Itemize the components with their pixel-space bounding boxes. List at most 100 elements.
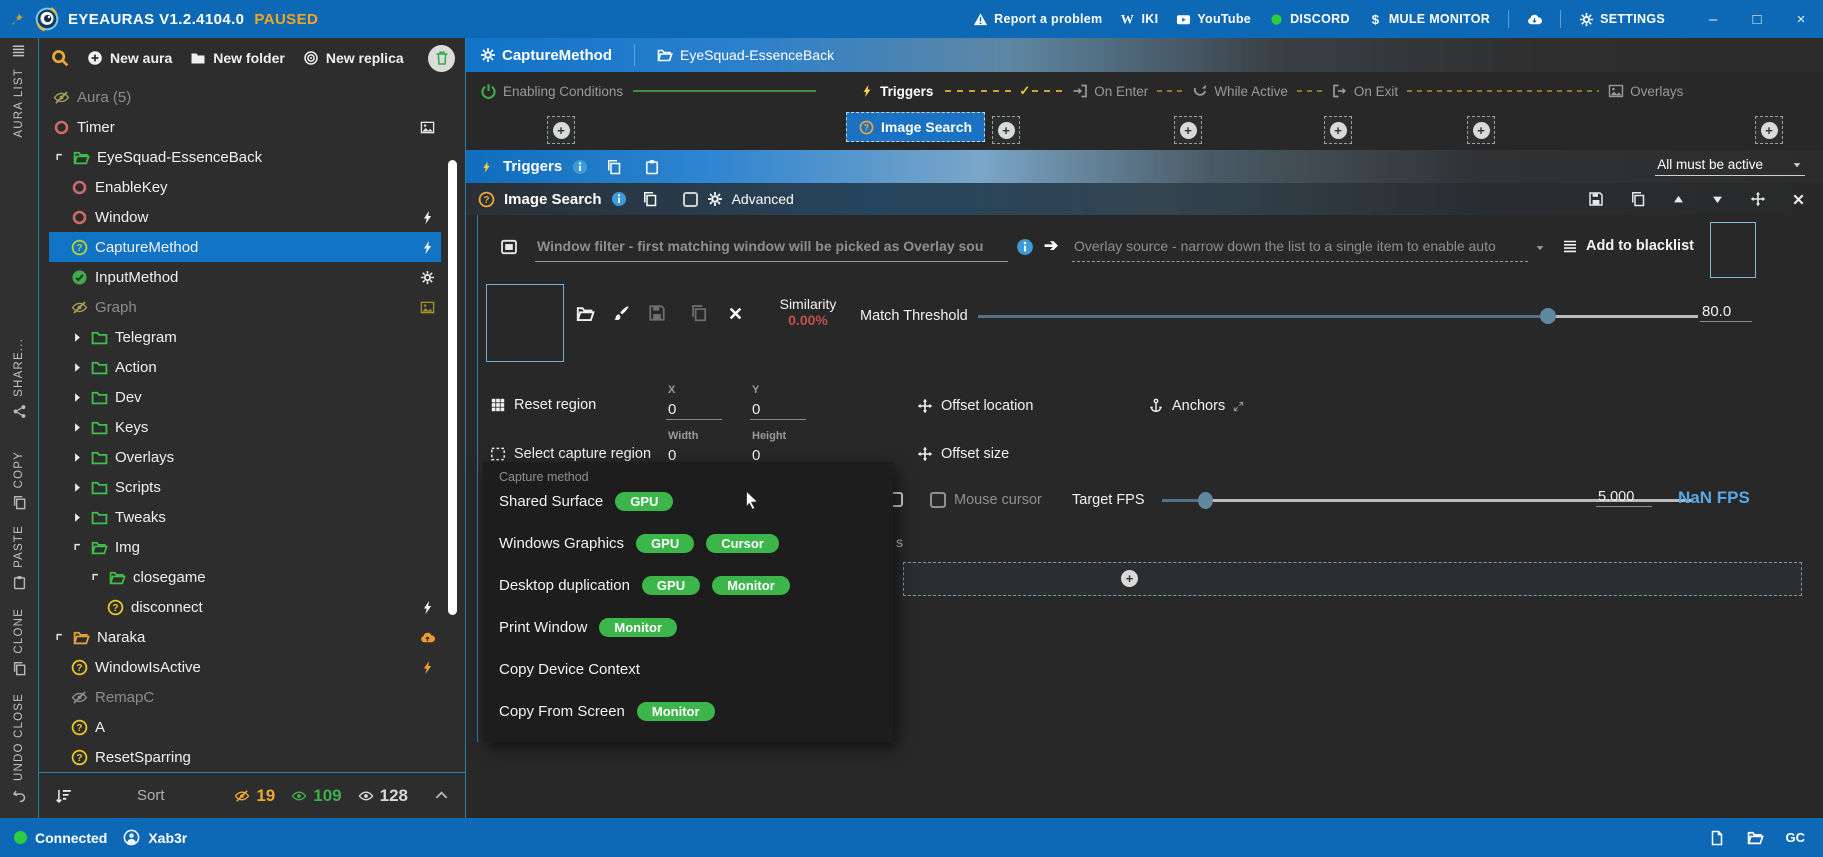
expand-arrow-icon[interactable] — [71, 421, 84, 434]
image-preview-box[interactable] — [486, 284, 564, 362]
edit-image-icon[interactable] — [612, 304, 630, 322]
gc-button[interactable]: GC — [1786, 830, 1806, 845]
on-exit-stage[interactable]: On Exit — [1332, 83, 1398, 99]
capture-method-option-print-window[interactable]: Print WindowMonitor — [499, 614, 893, 640]
while-active-stage[interactable]: While Active — [1192, 83, 1288, 99]
tree-item-tweaks[interactable]: Tweaks — [49, 502, 441, 532]
triggers-stage[interactable]: Triggers — [860, 83, 933, 99]
expand-arrow-icon[interactable] — [71, 361, 84, 374]
rail-item-copy[interactable]: COPY — [0, 451, 38, 510]
tab-folder[interactable]: EyeSquad-EssenceBack — [657, 47, 834, 63]
save-icon[interactable] — [1588, 191, 1604, 207]
titlebar-item-settings[interactable]: SETTINGS — [1579, 12, 1665, 27]
anchors-button[interactable]: Anchors — [1148, 398, 1244, 414]
open-image-icon[interactable] — [576, 304, 595, 323]
close-icon[interactable] — [1792, 193, 1805, 206]
pin-icon[interactable] — [10, 12, 24, 26]
move-down-icon[interactable] — [1711, 193, 1724, 206]
tree-item-timer[interactable]: Timer — [49, 112, 441, 142]
save-image-icon[interactable] — [648, 304, 666, 322]
rail-item-clone[interactable]: CLONE — [0, 608, 38, 676]
tree-item-closegame[interactable]: closegame — [49, 562, 441, 592]
log-file-icon[interactable] — [1709, 830, 1725, 846]
tab-capturemethod[interactable]: CaptureMethod — [480, 47, 612, 64]
tree-item-dev[interactable]: Dev — [49, 382, 441, 412]
capture-method-option-desktop-duplication[interactable]: Desktop duplicationGPUMonitor — [499, 572, 893, 598]
rail-item-share[interactable]: SHARE... — [0, 338, 38, 419]
add-action-dropzone[interactable]: + — [903, 562, 1802, 596]
info-icon[interactable] — [572, 159, 588, 175]
titlebar-item-cloud-sync[interactable] — [1527, 12, 1542, 27]
titlebar-item-discord[interactable]: DISCORD — [1269, 12, 1350, 27]
tree-item-inputmethod[interactable]: InputMethod — [49, 262, 441, 292]
offset-location-button[interactable]: Offset location — [917, 398, 1033, 414]
add-enabling-condition-button[interactable]: + — [547, 116, 575, 144]
tree-scrollbar[interactable] — [448, 160, 457, 615]
expand-arrow-icon[interactable] — [71, 451, 84, 464]
tree-item-eyesquad-essenceback[interactable]: EyeSquad-EssenceBack — [49, 142, 441, 172]
y-field[interactable] — [750, 400, 806, 420]
copy-icon[interactable] — [606, 159, 622, 175]
titlebar-item-report-problem[interactable]: Report a problem — [973, 12, 1102, 27]
maximize-button[interactable]: □ — [1735, 11, 1779, 28]
titlebar-item-youtube[interactable]: YouTube — [1176, 12, 1251, 27]
expand-arrow-icon[interactable] — [71, 511, 84, 524]
tree-item-scripts[interactable]: Scripts — [49, 472, 441, 502]
tree-item-a[interactable]: ?A — [49, 712, 441, 742]
rail-menu-icon[interactable] — [11, 43, 26, 58]
info-icon[interactable] — [611, 191, 627, 207]
match-threshold-slider[interactable] — [978, 315, 1698, 318]
copy-icon[interactable] — [642, 191, 658, 207]
tree-item-windowisactive[interactable]: ?WindowIsActive — [49, 652, 441, 682]
image-search-trigger-chip[interactable]: ? Image Search — [846, 112, 985, 142]
blacklist-preview-box[interactable] — [1710, 222, 1756, 278]
tree-item-img[interactable]: Img — [49, 532, 441, 562]
advanced-label[interactable]: Advanced — [732, 191, 794, 207]
duplicate-icon[interactable] — [1630, 191, 1646, 207]
capture-method-option-copy-from-screen[interactable]: Copy From ScreenMonitor — [499, 698, 893, 724]
collapse-panel-icon[interactable] — [434, 788, 449, 803]
titlebar-item-wiki[interactable]: WIKI — [1120, 12, 1158, 27]
drag-handle-icon[interactable] — [1750, 191, 1766, 207]
match-threshold-value[interactable] — [1700, 302, 1752, 322]
minimize-button[interactable]: – — [1691, 11, 1735, 28]
tree-item-disconnect[interactable]: ?disconnect — [49, 592, 441, 622]
tree-item-aura-5-[interactable]: Aura (5) — [49, 82, 441, 112]
offset-size-button[interactable]: Offset size — [917, 446, 1009, 462]
add-trigger-button[interactable]: + — [992, 116, 1020, 144]
tree-item-telegram[interactable]: Telegram — [49, 322, 441, 352]
tree-item-remapc[interactable]: RemapC — [49, 682, 441, 712]
mouse-cursor-label[interactable]: Mouse cursor — [954, 492, 1042, 508]
x-field[interactable] — [666, 400, 722, 420]
trigger-policy-select[interactable]: All must be active — [1655, 157, 1805, 176]
sort-label[interactable]: Sort — [137, 787, 165, 804]
collapse-arrow-icon[interactable] — [53, 151, 66, 164]
tree-item-keys[interactable]: Keys — [49, 412, 441, 442]
target-fps-value[interactable] — [1596, 488, 1652, 507]
trash-bin-button[interactable] — [428, 45, 455, 72]
overlays-stage[interactable]: Overlays — [1608, 83, 1683, 99]
new-aura-button[interactable]: New aura — [87, 50, 172, 66]
overlay-source-input[interactable] — [1072, 230, 1528, 262]
plus-icon[interactable]: + — [1121, 570, 1138, 587]
tree-item-overlays[interactable]: Overlays — [49, 442, 441, 472]
capture-method-option-windows-graphics[interactable]: Windows GraphicsGPUCursor — [499, 530, 893, 556]
enabling-conditions-stage[interactable]: Enabling Conditions — [480, 83, 623, 100]
open-folder-icon[interactable] — [1747, 829, 1764, 846]
tree-item-enablekey[interactable]: EnableKey — [49, 172, 441, 202]
add-on-exit-button[interactable]: + — [1467, 116, 1495, 144]
copy-image-icon[interactable] — [690, 304, 708, 322]
sort-icon[interactable] — [55, 787, 73, 805]
rail-item-aura-list[interactable]: AURA LIST — [0, 68, 38, 138]
expand-arrow-icon[interactable] — [71, 391, 84, 404]
on-enter-stage[interactable]: On Enter — [1072, 83, 1148, 99]
chevron-down-icon[interactable] — [1534, 242, 1546, 254]
rail-item-paste[interactable]: PASTE — [0, 525, 38, 590]
tree-item-resetsparring[interactable]: ?ResetSparring — [49, 742, 441, 772]
expand-arrow-icon[interactable] — [71, 331, 84, 344]
capture-method-option-shared-surface[interactable]: Shared SurfaceGPU — [499, 488, 893, 514]
slider-knob[interactable] — [1198, 492, 1213, 509]
new-folder-button[interactable]: New folder — [190, 50, 285, 66]
collapse-arrow-icon[interactable] — [53, 631, 66, 644]
reset-region-button[interactable]: Reset region — [490, 397, 596, 413]
